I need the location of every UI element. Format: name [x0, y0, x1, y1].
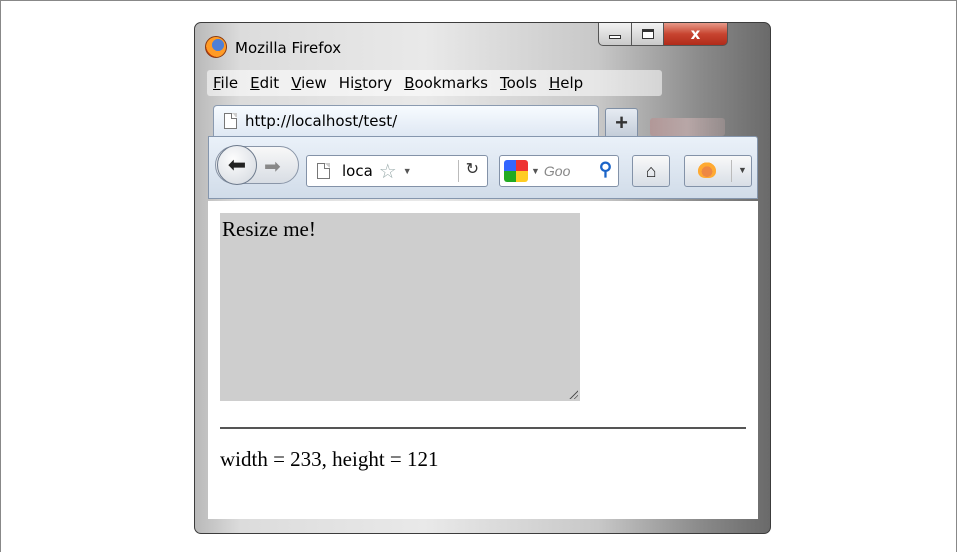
site-identity-icon[interactable] — [317, 163, 330, 179]
resize-box-label: Resize me! — [222, 217, 316, 241]
addon-dropdown-icon[interactable]: ▼ — [738, 165, 747, 175]
navigation-toolbar: ⬅ ➡ loca ☆ ▼ ↻ ▼ Goo ⚲ ⌂ ▼ — [208, 136, 758, 199]
home-icon: ⌂ — [645, 160, 657, 181]
menu-history[interactable]: History — [333, 74, 398, 92]
dimensions-readout: width = 233, height = 121 — [220, 447, 439, 471]
tab-title: http://localhost/test/ — [245, 112, 398, 130]
search-input[interactable]: Goo — [544, 163, 570, 179]
menu-edit[interactable]: Edit — [244, 74, 285, 92]
horizontal-rule — [220, 427, 746, 429]
forward-arrow-icon[interactable]: ➡ — [264, 154, 281, 179]
divider — [458, 160, 459, 182]
minimize-icon — [609, 35, 621, 39]
reload-icon[interactable]: ↻ — [466, 159, 479, 179]
star-icon[interactable]: ☆ — [379, 159, 397, 184]
maximize-icon — [641, 29, 654, 39]
firefox-logo-icon — [205, 36, 227, 58]
maximize-button[interactable] — [632, 23, 664, 46]
divider — [731, 160, 732, 182]
search-engine-dropdown-icon[interactable]: ▼ — [531, 166, 540, 176]
menu-view[interactable]: View — [285, 74, 333, 92]
url-dropdown-icon[interactable]: ▼ — [403, 166, 412, 176]
resizable-box[interactable]: Resize me! — [220, 213, 580, 401]
url-bar[interactable]: loca ☆ ▼ ↻ — [306, 155, 488, 187]
window-bottom-frame — [195, 519, 770, 533]
search-bar[interactable]: ▼ Goo ⚲ — [499, 155, 619, 187]
menu-bar: File Edit View History Bookmarks Tools H… — [207, 70, 662, 96]
minimize-button[interactable] — [598, 23, 632, 46]
back-arrow-icon: ⬅ — [227, 152, 247, 177]
ladybug-icon — [698, 162, 716, 178]
menu-tools[interactable]: Tools — [494, 74, 543, 92]
window-title: Mozilla Firefox — [235, 39, 342, 57]
tab-active[interactable]: http://localhost/test/ — [213, 105, 599, 136]
firefox-window: Mozilla Firefox x File Edit View History… — [194, 22, 771, 534]
back-button[interactable]: ⬅ — [217, 145, 257, 185]
new-tab-button[interactable]: + — [605, 108, 638, 136]
title-bar[interactable]: Mozilla Firefox x — [195, 23, 770, 67]
back-forward-group: ⬅ ➡ — [215, 145, 299, 185]
menu-bookmarks[interactable]: Bookmarks — [398, 74, 494, 92]
menu-file[interactable]: File — [207, 74, 244, 92]
page-content: Resize me! width = 233, height = 121 — [208, 201, 758, 519]
addon-button[interactable]: ▼ — [684, 155, 752, 187]
page-icon — [224, 113, 237, 129]
close-button[interactable]: x — [664, 23, 728, 46]
magnifier-icon[interactable]: ⚲ — [599, 159, 612, 180]
window-controls: x — [598, 23, 728, 46]
home-button[interactable]: ⌂ — [632, 155, 670, 187]
resize-grip-icon[interactable] — [568, 389, 578, 399]
background-blur — [650, 118, 725, 136]
close-icon: x — [690, 25, 701, 43]
menu-help[interactable]: Help — [543, 74, 589, 92]
url-input[interactable]: loca — [342, 162, 373, 180]
google-icon[interactable] — [504, 160, 528, 182]
